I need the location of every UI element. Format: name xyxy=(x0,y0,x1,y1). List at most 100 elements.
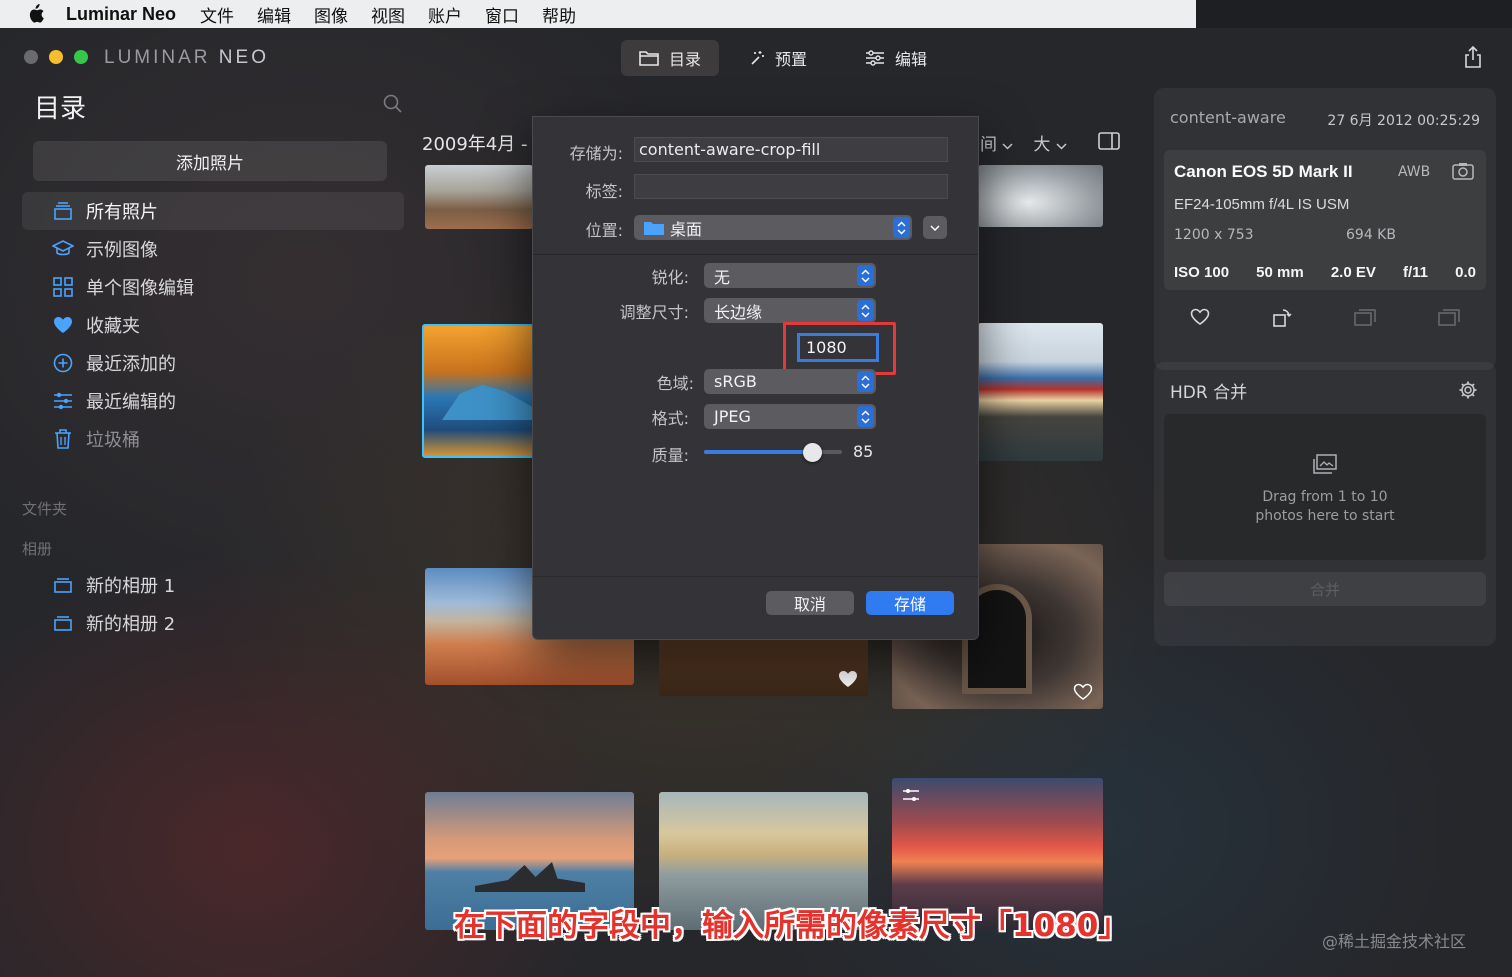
folder-icon xyxy=(644,221,664,235)
chevron-down-icon xyxy=(1002,143,1013,150)
heart-icon xyxy=(52,314,74,336)
iceberg-shape xyxy=(442,384,532,420)
logo-word-luminar: LUMINAR xyxy=(104,47,211,68)
location-value: 桌面 xyxy=(670,219,703,239)
dialog-footer-divider xyxy=(533,576,978,577)
sidebar-item-label: 新的相册 1 xyxy=(86,576,176,597)
photo-thumbnail[interactable] xyxy=(425,165,533,229)
menu-view[interactable]: 视图 xyxy=(371,2,405,27)
menu-account[interactable]: 账户 xyxy=(428,2,462,27)
sidebar-item-label: 示例图像 xyxy=(86,240,158,261)
duplicate-icon[interactable] xyxy=(1438,308,1460,326)
info-panel: content-aware 27 6月 2012 00:25:29 Canon … xyxy=(1154,88,1496,370)
colorspace-label: 色域: xyxy=(656,374,694,393)
driftwood-shape xyxy=(475,862,585,892)
file-size: 694 KB xyxy=(1346,227,1396,243)
merge-button[interactable]: 合并 xyxy=(1164,572,1486,606)
app-menu[interactable]: Luminar Neo xyxy=(66,4,176,25)
quality-slider-knob[interactable] xyxy=(802,443,822,462)
hdr-merge-panel: HDR 合并 Drag from 1 to 10 photos here to … xyxy=(1154,362,1496,646)
menu-bar-extra xyxy=(1196,0,1512,28)
page-title: 目录 xyxy=(34,94,87,124)
thumbnail-size-dropdown[interactable]: 大 xyxy=(1033,130,1067,155)
apple-icon[interactable] xyxy=(26,4,44,24)
colorspace-select[interactable]: sRGB xyxy=(704,369,876,394)
stepper-icon xyxy=(857,371,874,392)
search-icon[interactable] xyxy=(383,94,403,114)
sharpen-value: 无 xyxy=(714,267,731,287)
edited-badge-icon xyxy=(903,789,919,801)
save-button[interactable]: 存储 xyxy=(866,591,954,615)
tutorial-caption: 在下面的字段中，输入所需的像素尺寸「1080」 xyxy=(454,908,1130,944)
maximize-window-button[interactable] xyxy=(74,50,88,64)
tags-input[interactable] xyxy=(634,174,948,199)
info-actions xyxy=(1190,308,1460,328)
menu-edit[interactable]: 编辑 xyxy=(257,2,291,27)
menu-bar: Luminar Neo 文件 编辑 图像 视图 账户 窗口 帮助 xyxy=(0,0,1196,28)
menu-window[interactable]: 窗口 xyxy=(485,2,519,27)
stack-icon[interactable] xyxy=(1354,308,1376,326)
sidebar-item-trash[interactable]: 垃圾桶 xyxy=(22,420,404,458)
menu-file[interactable]: 文件 xyxy=(200,2,234,27)
menu-image[interactable]: 图像 xyxy=(314,2,348,27)
sharpen-select[interactable]: 无 xyxy=(704,263,876,288)
pixel-size-input[interactable]: 1080 xyxy=(797,333,879,362)
stepper-icon xyxy=(857,265,874,286)
hdr-drop-zone[interactable]: Drag from 1 to 10 photos here to start xyxy=(1164,414,1486,560)
exif-card: Canon EOS 5D Mark II AWB EF24-105mm f/4L… xyxy=(1164,150,1486,290)
sidebar-item-album-2[interactable]: 新的相册 2 xyxy=(22,604,404,642)
quality-slider-fill xyxy=(704,450,812,454)
format-value: JPEG xyxy=(714,407,751,426)
rotate-icon[interactable] xyxy=(1272,308,1292,328)
photo-thumbnail[interactable] xyxy=(978,323,1103,461)
albums-section-label: 相册 xyxy=(22,540,53,558)
gear-icon[interactable] xyxy=(1458,380,1478,400)
format-select[interactable]: JPEG xyxy=(704,404,876,429)
sort-dropdown[interactable]: 间 xyxy=(980,130,1013,155)
album-list: 新的相册 1 新的相册 2 xyxy=(22,566,404,642)
save-as-input[interactable]: content-aware-crop-fill xyxy=(634,137,948,162)
sidebar-item-sample-images[interactable]: 示例图像 xyxy=(22,230,404,268)
photo-thumbnail[interactable] xyxy=(978,165,1103,227)
add-photos-button[interactable]: 添加照片 xyxy=(33,141,387,181)
tab-presets[interactable]: 预置 xyxy=(731,40,825,76)
folders-section-label: 文件夹 xyxy=(22,500,68,518)
tab-edit-label: 编辑 xyxy=(895,50,928,69)
cancel-button[interactable]: 取消 xyxy=(766,591,854,615)
sidebar-item-label: 收藏夹 xyxy=(86,316,140,337)
sidebar-item-recently-added[interactable]: 最近添加的 xyxy=(22,344,404,382)
exif-iso: ISO 100 xyxy=(1174,264,1230,281)
photo-thumbnail-selected[interactable] xyxy=(422,324,534,458)
sidebar-item-album-1[interactable]: 新的相册 1 xyxy=(22,566,404,604)
menu-help[interactable]: 帮助 xyxy=(542,2,576,27)
sidebar-item-single-edits[interactable]: 单个图像编辑 xyxy=(22,268,404,306)
tab-edit[interactable]: 编辑 xyxy=(847,40,945,76)
image-dimensions: 1200 x 753 xyxy=(1174,227,1254,243)
sidebar-item-label: 最近添加的 xyxy=(86,354,176,375)
quality-label: 质量: xyxy=(651,446,689,465)
tab-catalog-label: 目录 xyxy=(669,50,702,69)
resize-select[interactable]: 长边缘 xyxy=(704,298,876,323)
favorite-outline-icon[interactable] xyxy=(1190,308,1210,326)
tab-catalog[interactable]: 目录 xyxy=(621,40,720,76)
location-select[interactable]: 桌面 xyxy=(634,215,912,240)
panel-toggle-icon[interactable] xyxy=(1098,132,1120,150)
favorite-heart-icon[interactable] xyxy=(838,670,858,688)
favorite-outline-icon[interactable] xyxy=(1073,683,1093,701)
dialog-divider xyxy=(533,254,978,255)
hdr-drop-line-1: Drag from 1 to 10 xyxy=(1262,489,1388,505)
minimize-window-button[interactable] xyxy=(49,50,63,64)
share-icon[interactable] xyxy=(1464,46,1482,68)
sidebar-item-recently-edited[interactable]: 最近编辑的 xyxy=(22,382,404,420)
sidebar-item-favorites[interactable]: 收藏夹 xyxy=(22,306,404,344)
resize-value: 长边缘 xyxy=(714,302,763,322)
album-icon xyxy=(52,574,74,596)
plus-circle-icon xyxy=(52,352,74,374)
format-label: 格式: xyxy=(651,409,689,428)
expand-dialog-button[interactable] xyxy=(923,216,947,239)
mode-tabs: 目录 预置 编辑 xyxy=(621,40,957,76)
sidebar-item-all-photos[interactable]: 所有照片 xyxy=(22,192,404,230)
sort-dropdown-label: 间 xyxy=(980,135,997,155)
close-window-button[interactable] xyxy=(24,50,38,64)
exif-values: ISO 100 50 mm 2.0 EV f/11 0.0 xyxy=(1174,264,1476,281)
